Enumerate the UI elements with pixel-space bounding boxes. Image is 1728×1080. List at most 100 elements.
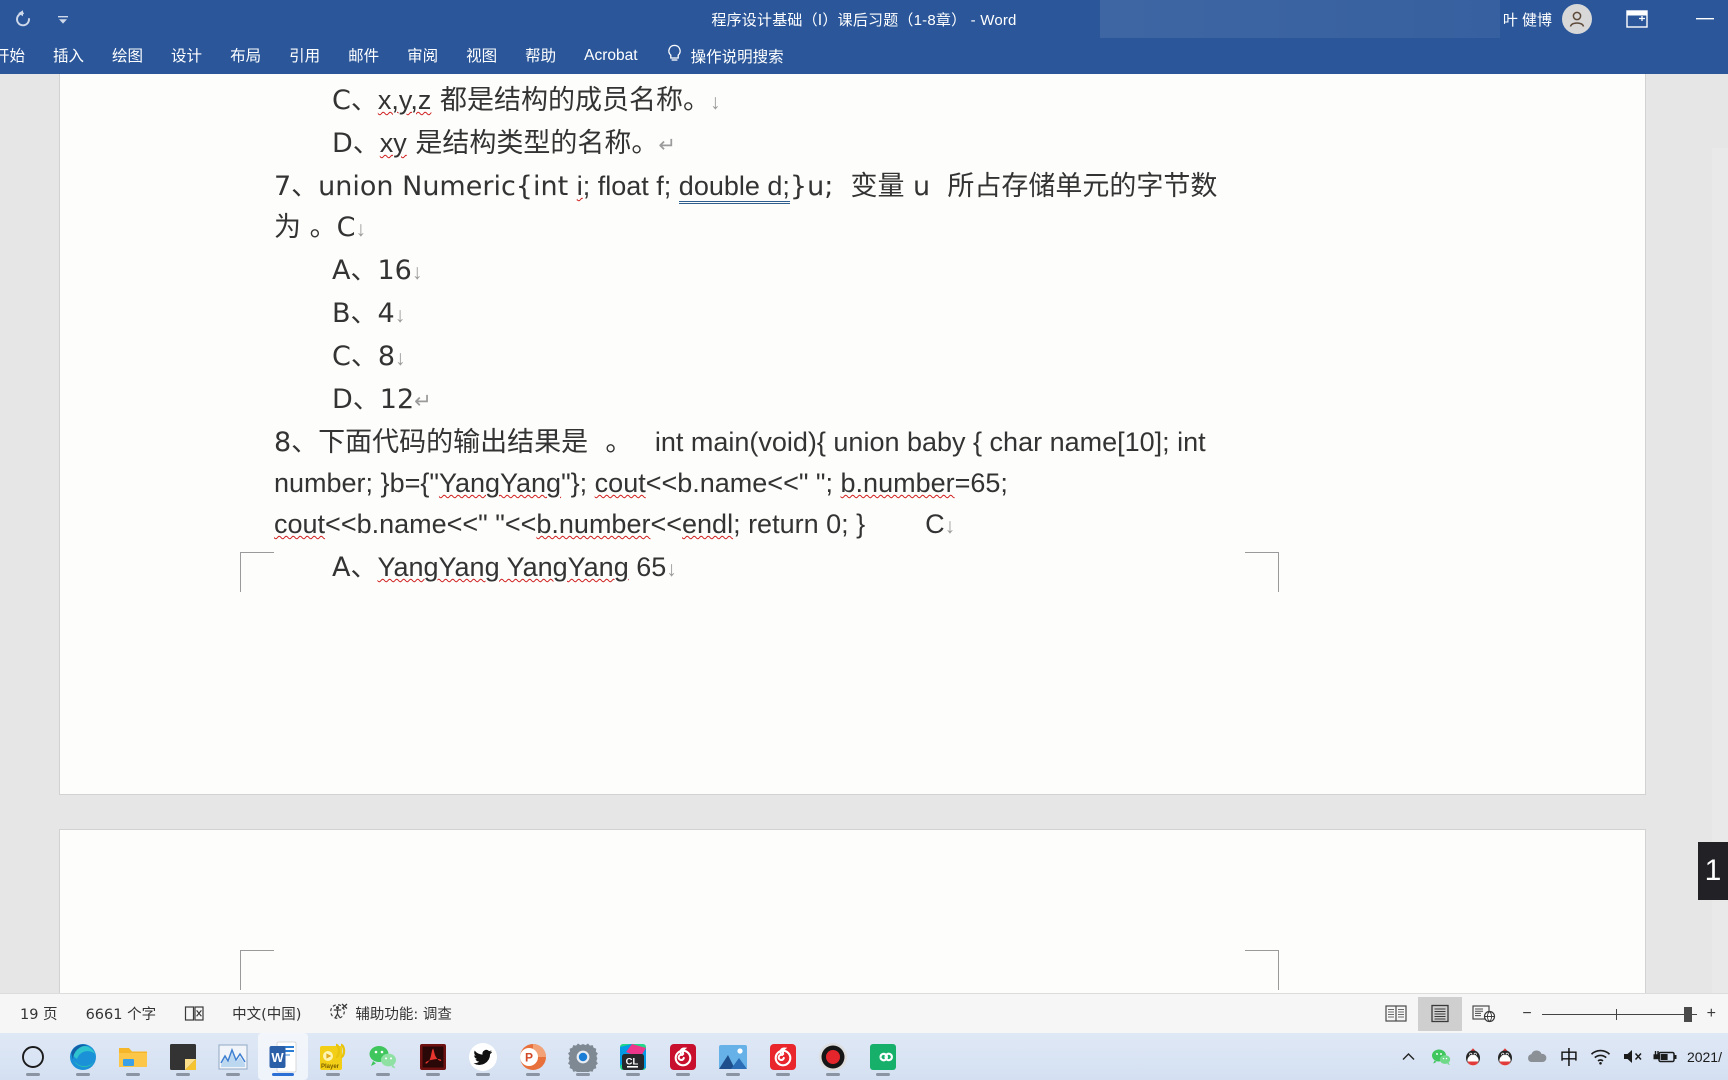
- user-avatar[interactable]: [1562, 4, 1592, 34]
- taskbar-photos-icon[interactable]: [708, 1033, 758, 1080]
- word-count[interactable]: 6661 个字: [72, 1003, 171, 1024]
- proofing-errors-icon[interactable]: [170, 1005, 218, 1023]
- taskbar-running-indicator: [776, 1073, 790, 1076]
- q8-option-a[interactable]: A、YangYang YangYang 65↓: [60, 547, 1645, 590]
- tab-layout[interactable]: 布局: [216, 38, 275, 74]
- question-8-line3[interactable]: cout<<b.name<<" "<<b.number<<endl; retur…: [60, 504, 1645, 547]
- text-run: ; return 0; } C: [733, 509, 945, 539]
- netease-music-red-icon: [767, 1041, 799, 1073]
- zoom-slider-thumb[interactable]: [1683, 1006, 1692, 1022]
- taskbar-clion-icon[interactable]: CL: [608, 1033, 658, 1080]
- tab-start[interactable]: 开始: [0, 38, 39, 74]
- taskbar-screen-recorder-icon[interactable]: [808, 1033, 858, 1080]
- taskbar-netease-music-icon[interactable]: [658, 1033, 708, 1080]
- text-run: D、: [332, 128, 380, 159]
- battery-charging-icon[interactable]: [1649, 1033, 1681, 1080]
- tab-help[interactable]: 帮助: [511, 38, 570, 74]
- opt-c-struct-members[interactable]: C、x,y,z 都是结构的成员名称。↓: [60, 80, 1645, 123]
- taskbar-microsoft-edge-icon[interactable]: [58, 1033, 108, 1080]
- windows-taskbar: W Player P CL 中 2021/: [0, 1033, 1728, 1080]
- page-count[interactable]: 19 页: [6, 1003, 72, 1024]
- text-run: YangYang: [438, 468, 562, 498]
- text-run: 为 。C: [274, 212, 356, 243]
- word-application-window: 程序设计基础（Ⅰ）课后习题（1-8章） - Word 叶 健博 开始 插入 绘图…: [0, 0, 1728, 1080]
- text-run: "};: [561, 468, 595, 498]
- text-run: YangYang YangYang: [377, 552, 629, 582]
- tell-me-search[interactable]: 操作说明搜索: [666, 44, 784, 69]
- q7-option-a[interactable]: A、16↓: [60, 250, 1645, 293]
- qq-tray-icon-2[interactable]: [1489, 1033, 1521, 1080]
- question-8-line2[interactable]: number; }b={"YangYang"}; cout<<b.name<<"…: [60, 463, 1645, 504]
- print-layout-view-button[interactable]: [1418, 996, 1463, 1031]
- taskbar-settings-gear-icon[interactable]: [558, 1033, 608, 1080]
- text-run: ↓: [394, 304, 406, 327]
- margin-crop-mark-right: [1245, 552, 1279, 592]
- taskbar-adobe-acrobat-icon[interactable]: [408, 1033, 458, 1080]
- taskbar-camtasia-icon[interactable]: [858, 1033, 908, 1080]
- taskbar-clock[interactable]: 2021/: [1681, 1049, 1722, 1065]
- system-tray: 中 2021/: [1393, 1033, 1728, 1080]
- taskbar-sticky-notes-icon[interactable]: [158, 1033, 208, 1080]
- tab-acrobat[interactable]: Acrobat: [570, 38, 651, 74]
- redo-icon[interactable]: [10, 6, 36, 32]
- network-wifi-icon[interactable]: [1585, 1033, 1617, 1080]
- qq-tray-icon[interactable]: [1457, 1033, 1489, 1080]
- wechat-tray-icon[interactable]: [1425, 1033, 1457, 1080]
- tab-mailings[interactable]: 邮件: [334, 38, 393, 74]
- text-run: B、4: [332, 298, 395, 329]
- taskbar-running-indicator: [226, 1073, 240, 1076]
- taskbar-media-player-icon[interactable]: Player: [308, 1033, 358, 1080]
- document-text-body[interactable]: C、x,y,z 都是结构的成员名称。↓ D、xy 是结构类型的名称。↵ 7、unio…: [60, 74, 1645, 590]
- taskbar-netease-music-red-icon[interactable]: [758, 1033, 808, 1080]
- customize-quick-access-chevron-icon[interactable]: [50, 6, 76, 32]
- web-layout-view-button[interactable]: [1462, 997, 1506, 1031]
- document-title: 程序设计基础（Ⅰ）课后习题（1-8章） - Word: [711, 11, 1017, 29]
- zoom-out-button[interactable]: −: [1522, 1005, 1531, 1023]
- tab-insert[interactable]: 插入: [39, 38, 98, 74]
- tab-design[interactable]: 设计: [157, 38, 216, 74]
- question-8-line1[interactable]: 8、下面代码的输出结果是 。 int main(void){ union bab…: [60, 422, 1645, 463]
- read-mode-view-button[interactable]: [1374, 997, 1418, 1031]
- accessibility-status[interactable]: 辅助功能: 调查: [315, 1002, 466, 1025]
- minimize-button[interactable]: [1682, 0, 1728, 38]
- tab-draw[interactable]: 绘图: [98, 38, 157, 74]
- text-run: double d;: [678, 171, 790, 204]
- tab-references[interactable]: 引用: [275, 38, 334, 74]
- question-7-line1[interactable]: 7、union Numeric{int i; float f; double d…: [60, 166, 1645, 207]
- volume-muted-icon[interactable]: [1617, 1033, 1649, 1080]
- q7-option-b[interactable]: B、4↓: [60, 293, 1645, 336]
- ime-chinese-icon[interactable]: 中: [1553, 1033, 1585, 1080]
- cloud-tray-icon[interactable]: [1521, 1033, 1553, 1080]
- taskbar-running-indicator: [26, 1073, 40, 1076]
- account-user-name[interactable]: 叶 健博: [1503, 9, 1552, 30]
- tab-review[interactable]: 审阅: [393, 38, 452, 74]
- show-hidden-icons-chevron-icon[interactable]: [1393, 1033, 1425, 1080]
- taskbar-powerpoint-icon[interactable]: P: [508, 1033, 558, 1080]
- text-run: x,y,z: [377, 85, 432, 115]
- taskbar-file-explorer-icon[interactable]: [108, 1033, 158, 1080]
- question-7-line2[interactable]: 为 。C↓: [60, 207, 1645, 250]
- zoom-in-button[interactable]: +: [1707, 1005, 1716, 1023]
- text-run: endl: [682, 509, 734, 539]
- adobe-acrobat-icon: [417, 1041, 449, 1073]
- svg-text:W: W: [271, 1050, 284, 1065]
- taskbar-twitter-icon[interactable]: [458, 1033, 508, 1080]
- q7-option-c[interactable]: C、8↓: [60, 336, 1645, 379]
- taskbar-cortana-search-icon[interactable]: [8, 1033, 58, 1080]
- accessibility-label: 辅助功能: 调查: [355, 1007, 452, 1023]
- chart-app-icon: [217, 1041, 249, 1073]
- zoom-slider[interactable]: [1541, 1006, 1697, 1022]
- document-canvas[interactable]: C、x,y,z 都是结构的成员名称。↓ D、xy 是结构类型的名称。↵ 7、unio…: [0, 74, 1728, 993]
- taskbar-wechat-icon[interactable]: [358, 1033, 408, 1080]
- q7-option-d[interactable]: D、12↵: [60, 379, 1645, 422]
- text-run: ↓: [944, 515, 956, 538]
- powerpoint-icon: P: [517, 1041, 549, 1073]
- screen-recorder-overlay-badge[interactable]: 1: [1698, 842, 1728, 900]
- ribbon-display-options-icon[interactable]: [1620, 4, 1654, 34]
- language-indicator[interactable]: 中文(中国): [218, 1003, 315, 1024]
- zoom-controls: − +: [1506, 1005, 1728, 1023]
- opt-d-struct-type-name[interactable]: D、xy 是结构类型的名称。↵: [60, 123, 1645, 166]
- taskbar-chart-app-icon[interactable]: [208, 1033, 258, 1080]
- tab-view[interactable]: 视图: [452, 38, 511, 74]
- taskbar-microsoft-word-icon[interactable]: W: [258, 1033, 308, 1080]
